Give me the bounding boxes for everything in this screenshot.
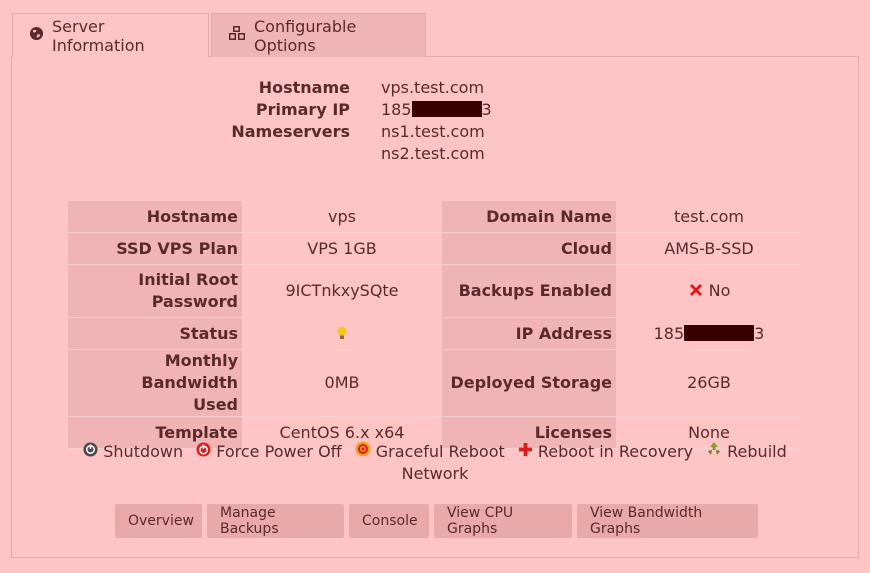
force-power-off-action[interactable]: Force Power Off — [196, 441, 342, 463]
bandwidth-label: Monthly Bandwidth Used — [68, 349, 242, 417]
globe-icon — [29, 26, 44, 45]
plan-label: SSD VPS Plan — [68, 232, 242, 265]
action-button-bar: Overview Manage Backups Console View CPU… — [115, 504, 758, 538]
x-icon — [688, 281, 704, 300]
hostname-value: vps — [242, 201, 442, 233]
graceful-reboot-action[interactable]: Graceful Reboot — [355, 441, 505, 463]
ip-suffix: 3 — [481, 100, 492, 119]
bandwidth-graphs-button[interactable]: View Bandwidth Graphs — [577, 504, 758, 538]
ip-address-label: IP Address — [442, 317, 616, 350]
graceful-reboot-label: Graceful Reboot — [375, 442, 505, 461]
summary-row-hostname: Hostname vps.test.com — [12, 77, 858, 99]
summary-row-primary-ip: Primary IP 185 3 — [12, 99, 858, 121]
tab-configurable-options[interactable]: Configurable Options — [211, 13, 426, 57]
power-actions: Shutdown Force Power Off Graceful Reboot… — [12, 441, 858, 485]
tab-server-information[interactable]: Server Information — [12, 13, 209, 57]
summary-row-ns2: ns2.test.com — [12, 143, 858, 165]
domain-value: test.com — [616, 201, 802, 233]
cloud-value: AMS-B-SSD — [616, 232, 802, 265]
status-label: Status — [68, 317, 242, 350]
summary-hostname-label: Hostname — [258, 78, 350, 97]
plan-value: VPS 1GB — [242, 232, 442, 265]
power-icon — [83, 441, 98, 463]
ip-suffix: 3 — [754, 323, 765, 343]
cpu-graphs-button[interactable]: View CPU Graphs — [434, 504, 572, 538]
server-info-panel: Hostname vps.test.com Primary IP 185 3 Na… — [11, 56, 859, 558]
backups-label: Backups Enabled — [442, 264, 616, 318]
summary-nameservers-label: Nameservers — [231, 122, 350, 141]
shutdown-label: Shutdown — [103, 442, 184, 461]
backups-value: No — [616, 264, 802, 318]
label-line: Password — [151, 292, 238, 311]
domain-label: Domain Name — [442, 201, 616, 233]
hostname-label: Hostname — [68, 201, 242, 233]
backups-text: No — [708, 281, 731, 300]
root-password-value: 9ICTnkxySQte — [242, 264, 442, 318]
label-line: Initial Root — [138, 270, 238, 289]
cubes-icon — [228, 26, 246, 45]
summary-hostname-value: vps.test.com — [381, 78, 485, 97]
root-password-label: Initial Root Password — [68, 264, 242, 318]
table-row: Hostname vps Domain Name test.com — [68, 201, 802, 233]
tab-label: Server Information — [52, 16, 145, 55]
label-line: Monthly Bandwidth — [141, 351, 238, 392]
summary-primary-ip-value: 185 3 — [381, 99, 492, 121]
force-power-off-label: Force Power Off — [216, 442, 342, 461]
ip-prefix: 185 — [381, 100, 412, 119]
ip-address-value: 185 3 — [616, 317, 802, 350]
summary-ns1-value: ns1.test.com — [381, 122, 485, 141]
storage-label: Deployed Storage — [442, 349, 616, 417]
table-row: Initial Root Password 9ICTnkxySQte Backup… — [68, 264, 802, 318]
rebuild-network-action[interactable]: Rebuild — [706, 441, 787, 463]
status-value — [242, 317, 442, 350]
table-row: Monthly Bandwidth Used 0MB Deployed Stora… — [68, 349, 802, 417]
redaction-bar — [684, 324, 755, 341]
rebuild-label: Rebuild — [727, 442, 787, 461]
ip-prefix: 185 — [653, 323, 685, 343]
redaction-bar — [411, 101, 482, 117]
plus-icon — [518, 441, 533, 463]
power-red-icon — [196, 441, 211, 463]
console-button[interactable]: Console — [349, 504, 429, 538]
label-line: Used — [193, 395, 238, 414]
summary-ns2-value: ns2.test.com — [381, 144, 485, 163]
table-row: SSD VPS Plan VPS 1GB Cloud AMS-B-SSD — [68, 232, 802, 265]
summary-row-nameservers: Nameservers ns1.test.com — [12, 121, 858, 143]
lightbulb-icon — [336, 324, 348, 343]
reboot-recovery-action[interactable]: Reboot in Recovery — [518, 441, 693, 463]
storage-value: 26GB — [616, 349, 802, 417]
reboot-recovery-label: Reboot in Recovery — [537, 442, 694, 461]
overview-button[interactable]: Overview — [115, 504, 202, 538]
shutdown-action[interactable]: Shutdown — [83, 441, 183, 463]
recycle-icon — [706, 441, 722, 463]
rebuild-label-line2[interactable]: Network — [12, 463, 858, 485]
table-row: Status IP Address 185 3 — [68, 317, 802, 350]
summary-primary-ip-label: Primary IP — [255, 100, 350, 119]
manage-backups-button[interactable]: Manage Backups — [207, 504, 344, 538]
reboot-icon — [355, 441, 371, 463]
tab-label: Configurable Options — [254, 16, 357, 55]
server-details-table: Hostname vps Domain Name test.com SSD VP… — [68, 201, 802, 449]
cloud-label: Cloud — [442, 232, 616, 265]
bandwidth-value: 0MB — [242, 349, 442, 417]
